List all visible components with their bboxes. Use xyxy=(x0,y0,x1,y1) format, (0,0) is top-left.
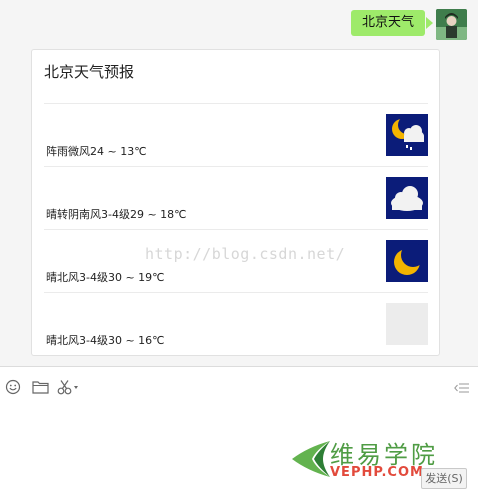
cloud-icon xyxy=(386,177,428,219)
input-area[interactable]: 维易学院 VEPHP.COM 发送(S) xyxy=(0,367,478,493)
logo-text-en: VEPHP.COM xyxy=(330,465,424,480)
emoji-icon[interactable] xyxy=(3,377,23,397)
chat-area: 北京天气 北京天气预报 阵雨微风24 ~ 13℃ 晴转阴南风3-4级29 ~ 1… xyxy=(0,0,478,366)
send-button[interactable]: 发送(S) xyxy=(421,468,467,489)
scissors-icon[interactable] xyxy=(56,377,82,397)
forecast-text: 晴北风3-4级30 ~ 19℃ xyxy=(46,271,165,284)
collapse-icon[interactable] xyxy=(454,379,470,398)
moon-cloud-rain-icon xyxy=(386,114,428,156)
bubble-tail xyxy=(426,17,433,29)
weather-card[interactable]: 北京天气预报 阵雨微风24 ~ 13℃ 晴转阴南风3-4级29 ~ 18℃ 晴北… xyxy=(31,49,440,356)
crescent-moon-icon xyxy=(386,240,428,282)
placeholder-icon xyxy=(386,303,428,345)
forecast-row: 晴转阴南风3-4级29 ~ 18℃ xyxy=(44,166,428,229)
avatar[interactable] xyxy=(436,9,467,40)
forecast-row: 晴北风3-4级30 ~ 16℃ xyxy=(44,292,428,355)
watermark: http://blog.csdn.net/ xyxy=(145,245,346,263)
forecast-text: 阵雨微风24 ~ 13℃ xyxy=(46,145,147,158)
card-title: 北京天气预报 xyxy=(44,63,135,81)
forecast-row: 阵雨微风24 ~ 13℃ xyxy=(44,103,428,166)
sent-message-bubble[interactable]: 北京天气 xyxy=(351,10,426,36)
logo-arrow-icon xyxy=(292,441,330,477)
forecast-text: 晴转阴南风3-4级29 ~ 18℃ xyxy=(46,208,187,221)
forecast-text: 晴北风3-4级30 ~ 16℃ xyxy=(46,334,165,347)
folder-icon[interactable] xyxy=(30,377,50,397)
